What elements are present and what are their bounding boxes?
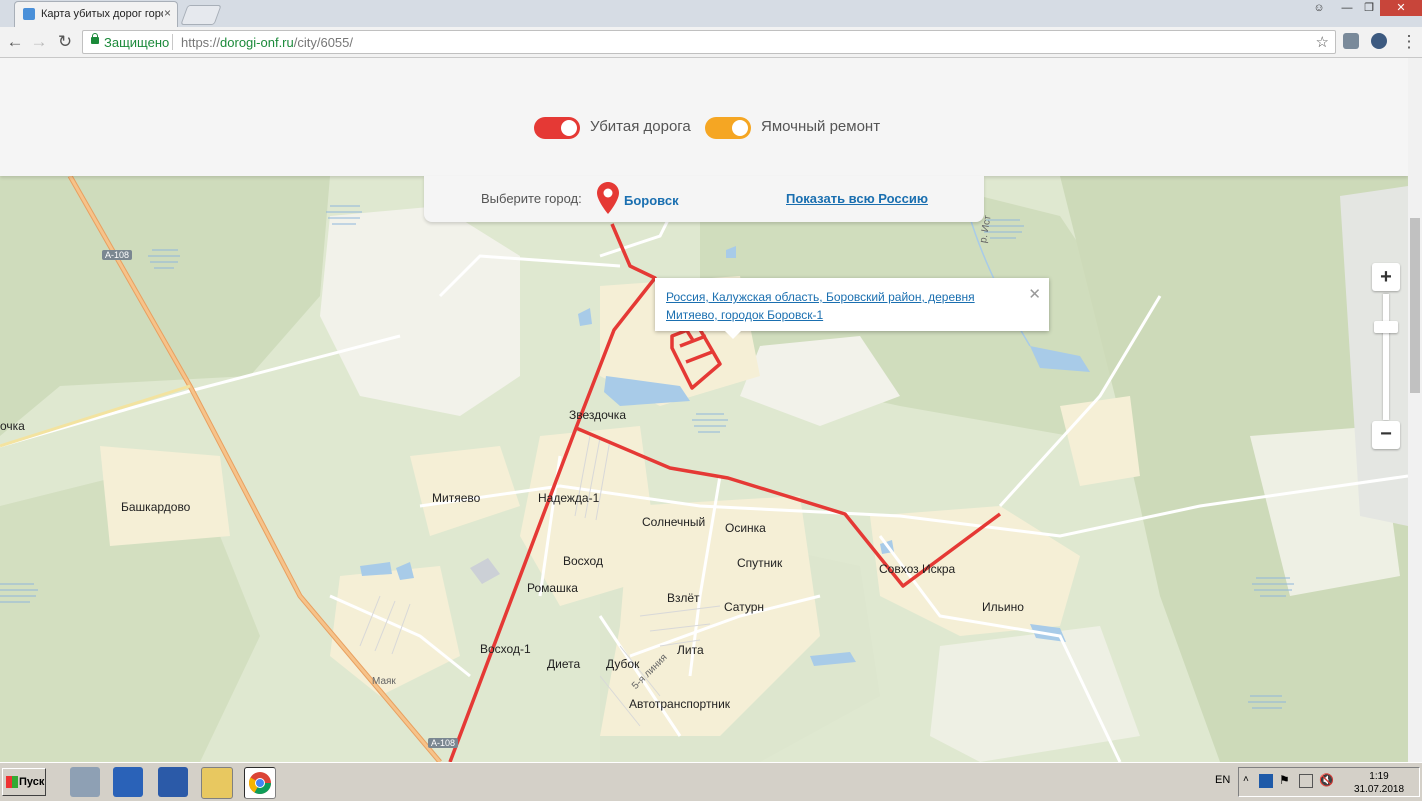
- place-label: Дубок: [606, 657, 640, 671]
- network-app-icon[interactable]: [70, 767, 100, 797]
- windows-logo-icon: [6, 776, 18, 788]
- tab-title: Карта убитых дорог город: [41, 8, 163, 20]
- place-label: Совхоз Искра: [879, 562, 956, 576]
- toggle-pothole-repair[interactable]: [705, 117, 751, 139]
- site-favicon-icon: [23, 8, 35, 20]
- show-all-russia-link[interactable]: Показать всю Россию: [786, 191, 928, 206]
- zoom-slider-track[interactable]: [1383, 294, 1389, 420]
- address-bar[interactable]: Защищено https://dorogi-onf.ru/city/6055…: [82, 30, 1336, 54]
- lock-icon: [91, 33, 99, 44]
- toggle-killed-road[interactable]: [534, 117, 580, 139]
- close-window-button[interactable]: ✕: [1380, 0, 1422, 16]
- secure-label: Защищено: [104, 35, 170, 50]
- taskbar: Пуск EN ˄ ⚑ 🔇 1:19 31.07.2018: [0, 762, 1422, 801]
- flag-icon[interactable]: ⚑: [1279, 773, 1290, 787]
- url-text[interactable]: https://dorogi-onf.ru/city/6055/: [181, 35, 353, 50]
- map-pin-icon: [597, 182, 619, 214]
- tab-close-icon[interactable]: ×: [164, 6, 171, 20]
- toggle-knob: [732, 120, 748, 136]
- place-label: Звездочка: [569, 408, 626, 422]
- start-label: Пуск: [19, 776, 45, 788]
- forward-arrow-icon[interactable]: →: [28, 31, 50, 53]
- maximize-button[interactable]: ❐: [1358, 0, 1380, 16]
- place-label: очка: [0, 419, 25, 433]
- powershell-icon[interactable]: [158, 767, 188, 797]
- address-balloon: Россия, Калужская область, Боровский рай…: [655, 278, 1049, 339]
- city-selector: Выберите город: Боровск Показать всю Рос…: [424, 176, 984, 222]
- place-label: Взлёт: [667, 591, 700, 605]
- file-explorer-icon[interactable]: [201, 767, 233, 799]
- start-button[interactable]: Пуск: [2, 768, 46, 796]
- road-number-badge: А-108: [428, 738, 459, 748]
- city-select-link[interactable]: Боровск: [624, 193, 679, 208]
- place-label: Лита: [677, 643, 704, 657]
- bookmark-star-icon[interactable]: ☆: [1316, 33, 1329, 51]
- close-icon[interactable]: ✕: [1028, 285, 1041, 303]
- toggle-label: Ямочный ремонт: [761, 118, 881, 135]
- page-content: А-108 А-108 р. Ист Звездочка Митяево Над…: [0, 58, 1408, 762]
- clock[interactable]: 1:19 31.07.2018: [1340, 770, 1418, 796]
- clock-time: 1:19: [1369, 771, 1389, 782]
- back-arrow-icon[interactable]: ←: [4, 31, 26, 53]
- balloon-address-link[interactable]: Россия, Калужская область, Боровский рай…: [666, 288, 1026, 324]
- place-label: Надежда-1: [538, 491, 600, 505]
- browser-toolbar: ← → ↻ Защищено https://dorogi-onf.ru/cit…: [0, 27, 1422, 58]
- place-label: Солнечный: [642, 515, 706, 529]
- menu-dots-icon[interactable]: ⋮: [1398, 31, 1420, 53]
- zoom-out-button[interactable]: −: [1372, 421, 1400, 449]
- scrollbar-thumb[interactable]: [1410, 218, 1420, 393]
- zoom-in-button[interactable]: +: [1372, 263, 1400, 291]
- road-number-badge: А-108: [102, 250, 133, 260]
- map-area[interactable]: А-108 А-108 р. Ист Звездочка Митяево Над…: [0, 176, 1408, 762]
- reload-icon[interactable]: ↻: [54, 31, 76, 53]
- chrome-icon[interactable]: [244, 767, 276, 799]
- place-label: Восход-1: [480, 642, 531, 656]
- page-scrollbar[interactable]: [1408, 58, 1422, 762]
- clock-date: 31.07.2018: [1353, 784, 1405, 795]
- network-icon[interactable]: [1299, 774, 1313, 788]
- place-label: Осинка: [725, 521, 766, 535]
- minimize-button[interactable]: —: [1336, 0, 1358, 16]
- url-host: dorogi-onf.ru: [220, 35, 294, 50]
- volume-muted-icon[interactable]: 🔇: [1319, 773, 1334, 787]
- place-label: Сатурн: [724, 600, 765, 614]
- tool-app-icon[interactable]: [113, 767, 143, 797]
- language-indicator[interactable]: EN: [1215, 774, 1230, 786]
- url-divider: [172, 34, 173, 50]
- chrome-logo-icon: [249, 772, 271, 794]
- zoom-slider-handle[interactable]: [1374, 321, 1398, 333]
- toggle-knob: [561, 120, 577, 136]
- toggle-label: Убитая дорога: [590, 118, 691, 135]
- balloon-tail: [725, 331, 741, 339]
- new-tab-button[interactable]: [180, 5, 222, 25]
- city-selector-label: Выберите город:: [481, 191, 582, 206]
- tray-app-icon[interactable]: [1259, 774, 1273, 788]
- url-scheme: https://: [181, 35, 221, 50]
- profile-icon[interactable]: ☺: [1310, 0, 1328, 16]
- map-canvas: [0, 176, 1408, 762]
- extension-icon[interactable]: [1343, 33, 1359, 49]
- extension-icon[interactable]: [1371, 33, 1387, 49]
- tray-expand-icon[interactable]: ˄: [1243, 774, 1249, 785]
- url-path: /city/6055/: [293, 35, 354, 50]
- place-label: Митяево: [432, 491, 481, 505]
- place-label: Диета: [547, 657, 581, 671]
- tab-bar: Карта убитых дорог город × ☺ — ❐ ✕: [0, 0, 1422, 27]
- browser-tab[interactable]: Карта убитых дорог город ×: [14, 1, 178, 27]
- place-label: Ильино: [982, 600, 1024, 614]
- place-label: Восход: [563, 554, 603, 568]
- place-label: Ромашка: [527, 581, 578, 595]
- filter-header: Убитая дорога Ямочный ремонт: [0, 58, 1408, 176]
- place-label: Спутник: [737, 556, 783, 570]
- place-label: Башкардово: [121, 500, 191, 514]
- place-label: Автотранспортник: [629, 697, 731, 711]
- place-label: Маяк: [372, 676, 396, 687]
